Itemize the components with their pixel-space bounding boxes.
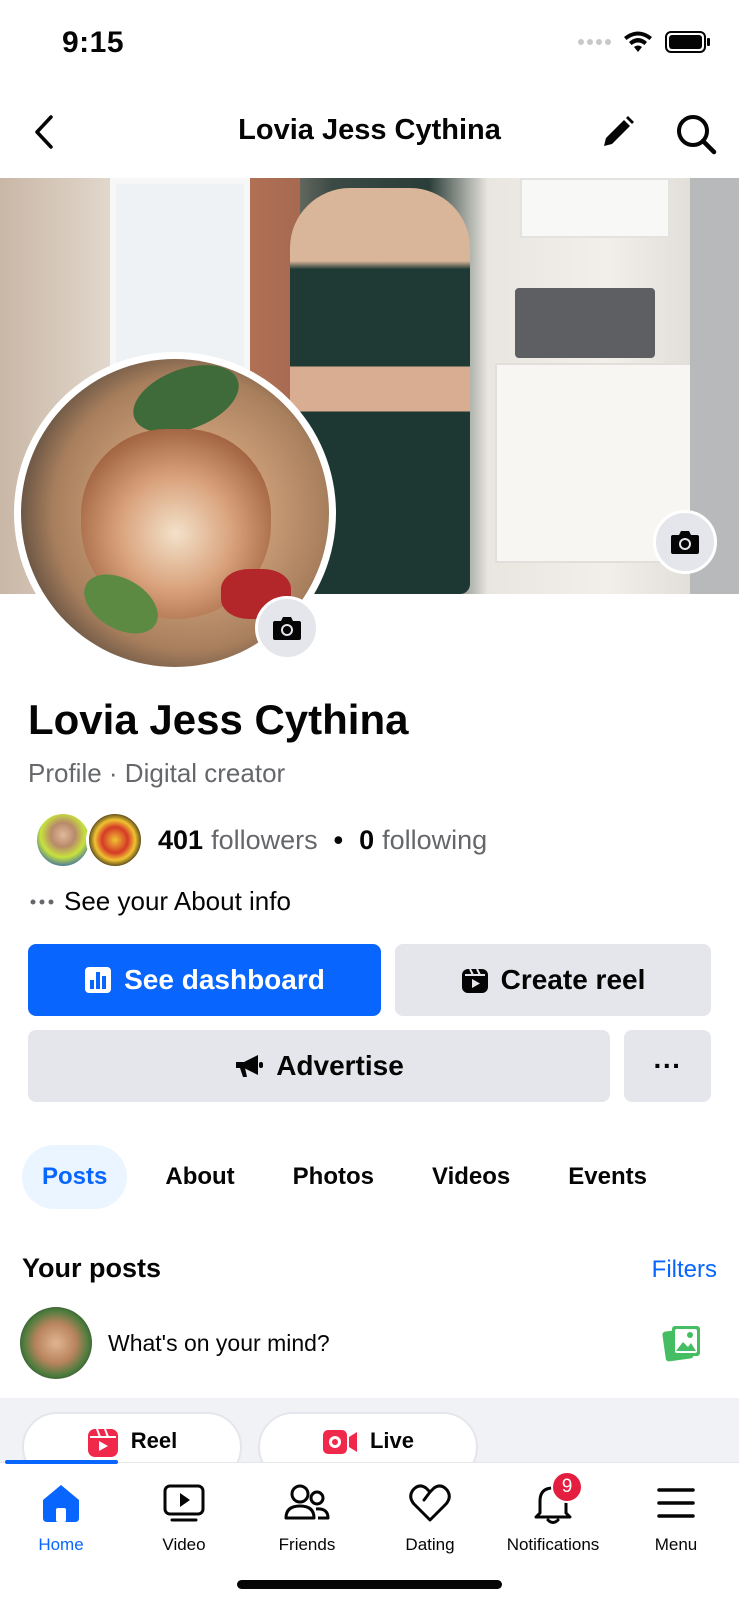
edit-profile-picture-button[interactable]: [255, 596, 319, 660]
live-button[interactable]: Live: [258, 1412, 478, 1462]
search-button[interactable]: [672, 110, 720, 158]
follower-avatar: [34, 811, 92, 869]
camera-icon: [671, 531, 699, 554]
tab-dating-label: Dating: [405, 1535, 455, 1554]
your-posts-heading: Your posts: [22, 1253, 162, 1283]
nav-bar: Lovia Jess Cythina: [0, 88, 739, 178]
add-photo-button[interactable]: [658, 1319, 706, 1367]
home-indicator: [237, 1580, 502, 1589]
tab-about[interactable]: About: [145, 1145, 254, 1209]
following-label: following: [382, 824, 488, 855]
quick-actions-band: Reel Live: [0, 1398, 739, 1462]
tab-videos[interactable]: Videos: [412, 1145, 530, 1209]
tab-video-label: Video: [162, 1535, 206, 1554]
tab-dating[interactable]: Dating: [370, 1479, 490, 1555]
profile-name: Lovia Jess Cythina: [28, 696, 409, 743]
tab-friends[interactable]: Friends: [247, 1479, 367, 1555]
tab-menu[interactable]: Menu: [616, 1479, 736, 1555]
about-info-label: See your About info: [64, 886, 291, 916]
dashboard-icon: [85, 967, 112, 993]
create-reel-button[interactable]: Create reel: [395, 944, 711, 1016]
reel-label: Reel: [130, 1428, 178, 1453]
video-icon: [163, 1484, 205, 1522]
tab-video[interactable]: Video: [124, 1479, 244, 1555]
notifications-badge: 9: [551, 1471, 583, 1503]
filters-link[interactable]: Filters: [652, 1256, 717, 1284]
reel-icon: [461, 968, 488, 993]
status-bar: 9:15: [0, 0, 739, 88]
followers-label: followers: [211, 824, 318, 855]
create-reel-label: Create reel: [500, 964, 646, 995]
more-actions-button[interactable]: ···: [624, 1030, 711, 1102]
tab-home-label: Home: [38, 1535, 84, 1554]
live-video-icon: [322, 1430, 357, 1454]
reel-button[interactable]: Reel: [22, 1412, 242, 1462]
search-icon: [677, 115, 717, 155]
wifi-icon: [624, 31, 652, 52]
photo-icon: [662, 1326, 700, 1362]
profile-subtitle: Profile · Digital creator: [28, 758, 286, 788]
heart-icon: [409, 1484, 451, 1522]
status-time: 9:15: [62, 26, 125, 59]
advertise-label: Advertise: [276, 1050, 404, 1081]
tab-menu-label: Menu: [654, 1535, 698, 1554]
edit-cover-photo-button[interactable]: [653, 510, 717, 574]
followers-count: 401: [158, 824, 204, 855]
live-label: Live: [369, 1428, 415, 1453]
see-dashboard-label: See dashboard: [124, 964, 325, 995]
composer-placeholder[interactable]: What's on your mind?: [108, 1330, 658, 1357]
tab-home[interactable]: Home: [1, 1479, 121, 1555]
follower-avatar: [86, 811, 144, 869]
tab-photos[interactable]: Photos: [273, 1145, 394, 1209]
see-dashboard-button[interactable]: See dashboard: [28, 944, 381, 1016]
active-tab-indicator: [5, 1460, 118, 1464]
following-count: 0: [359, 824, 375, 855]
tab-posts[interactable]: Posts: [22, 1145, 128, 1209]
avatar: [20, 1307, 92, 1379]
advertise-button[interactable]: Advertise: [28, 1030, 610, 1102]
profile-tabs: Posts About Photos Videos Events: [22, 1145, 685, 1209]
more-actions-label: ···: [653, 1050, 682, 1081]
tab-notifications-label: Notifications: [506, 1535, 600, 1554]
more-dots-icon: [30, 899, 54, 904]
about-info-link[interactable]: See your About info: [30, 886, 291, 917]
signal-icon: [578, 39, 611, 45]
battery-icon: [665, 31, 710, 53]
tab-events[interactable]: Events: [548, 1145, 667, 1209]
tab-friends-label: Friends: [278, 1535, 336, 1554]
tab-notifications[interactable]: 9 Notifications: [493, 1471, 613, 1555]
bottom-tab-bar: Home Video Friends Dating 9 Notification…: [0, 1460, 739, 1600]
status-icons: [578, 30, 711, 54]
reel-icon: [87, 1428, 118, 1457]
home-icon: [43, 1485, 79, 1522]
followers-row[interactable]: 401 followers • 0 following: [34, 810, 487, 870]
pencil-icon: [604, 116, 634, 146]
friends-icon: [284, 1484, 330, 1520]
megaphone-icon: [236, 1055, 264, 1077]
hamburger-menu-icon: [657, 1488, 695, 1518]
post-composer[interactable]: What's on your mind?: [20, 1306, 720, 1380]
edit-button[interactable]: [596, 110, 640, 154]
camera-icon: [273, 617, 301, 640]
